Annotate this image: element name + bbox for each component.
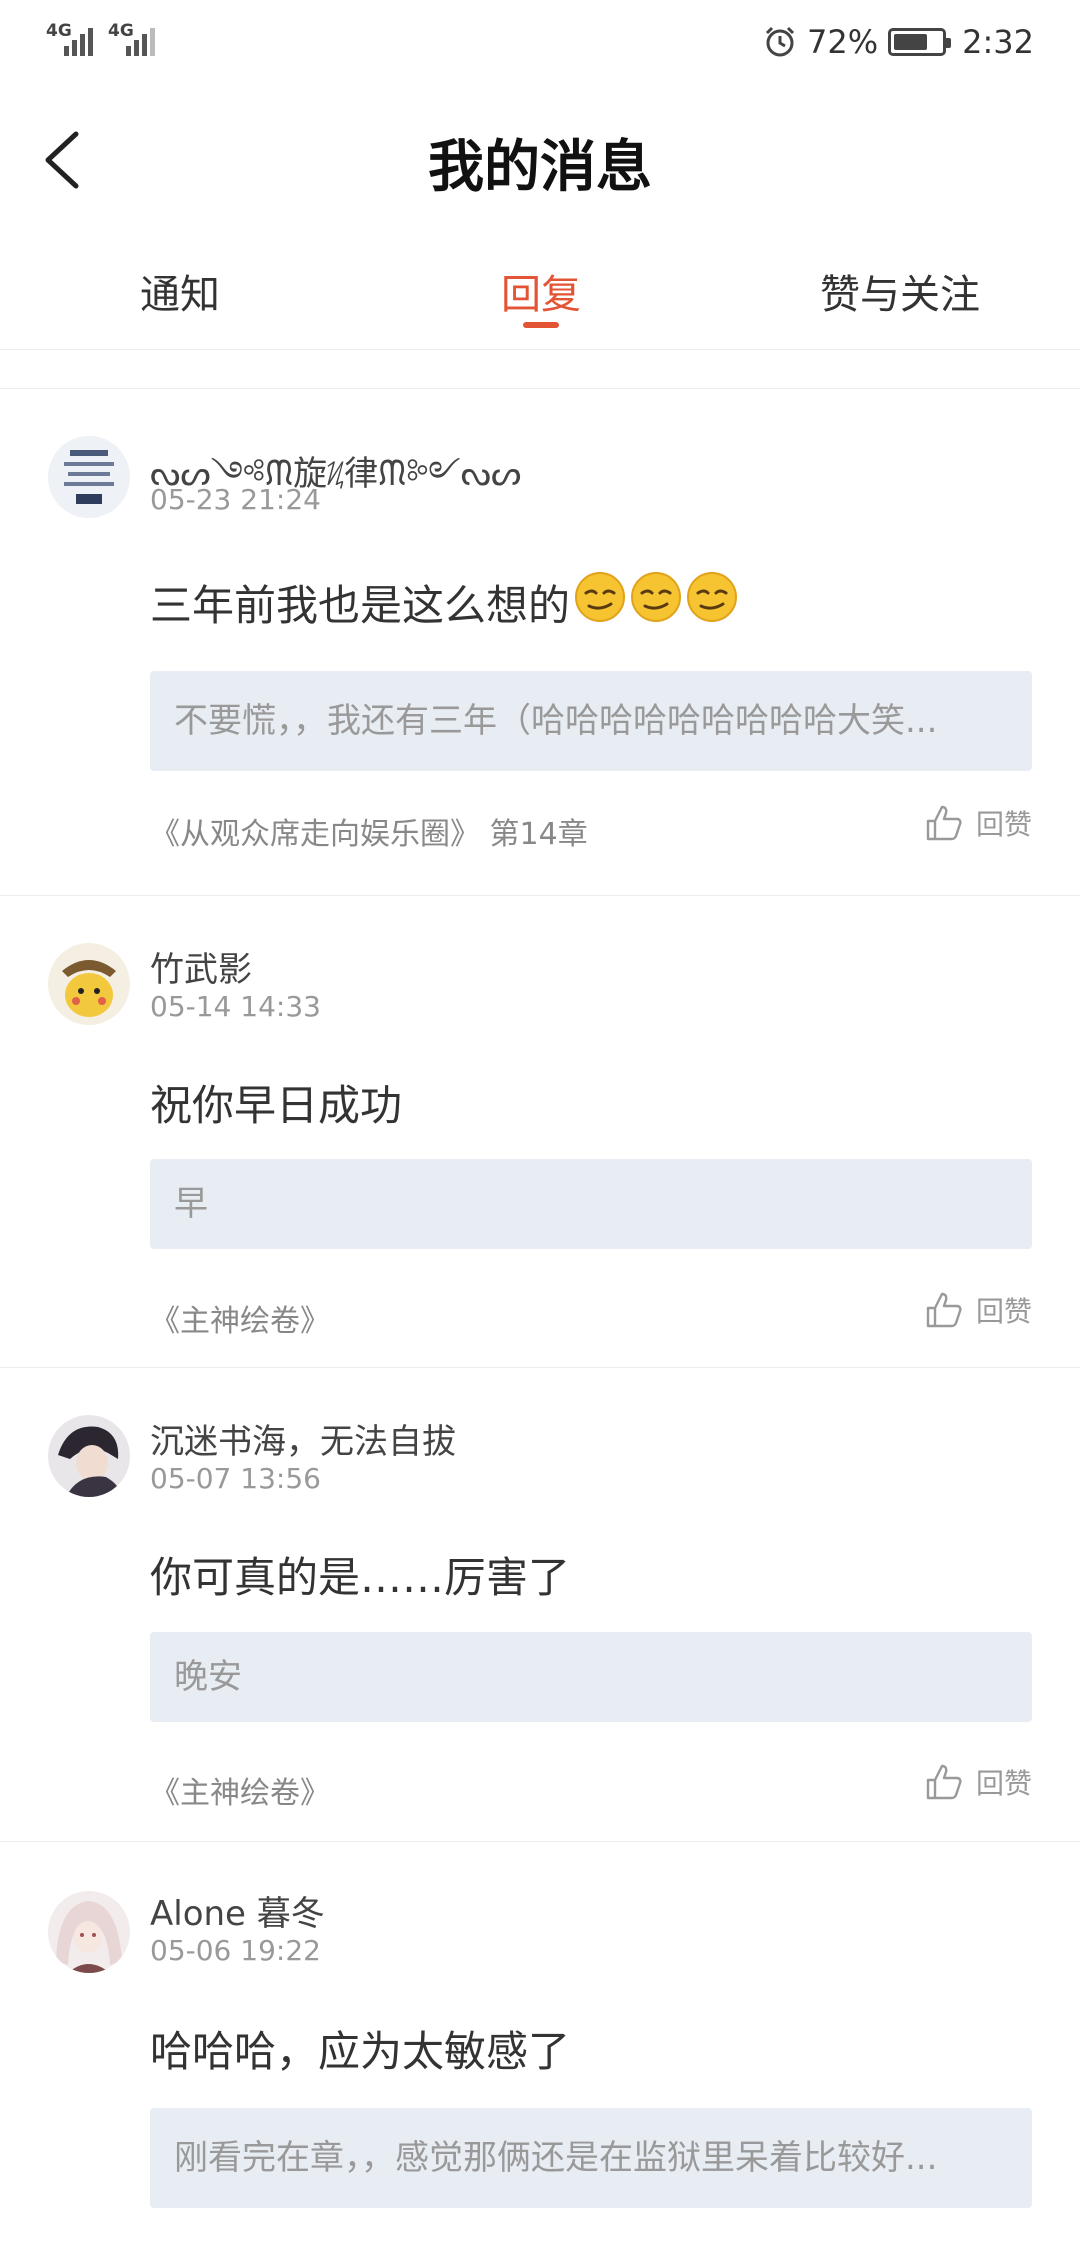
- battery-percent: 72%: [807, 23, 879, 61]
- tab-notifications[interactable]: 通知: [30, 262, 330, 320]
- reply-text[interactable]: 哈哈哈，应为太敏感了: [150, 2018, 570, 2079]
- avatar[interactable]: [48, 943, 130, 1025]
- thumbs-up-icon: [926, 1292, 962, 1328]
- status-bar: 4G 4G 72% 2:32: [0, 0, 1080, 86]
- reply-time: 05-23 21:24: [150, 483, 321, 516]
- like-back-button[interactable]: 回赞: [924, 803, 1032, 843]
- reply-item[interactable]: 竹武影 05-14 14:33 祝你早日成功 早 《主神绘卷》 回赞: [0, 896, 1080, 1368]
- like-back-label: 回赞: [975, 1767, 1032, 1800]
- book-chapter-link[interactable]: 《主神绘卷》: [150, 1296, 330, 1340]
- clock: 2:32: [962, 23, 1034, 61]
- reply-item[interactable]: ᔓᔕ༺ᙏ旋ᜰ律ᙏ༻ᔓᔕ 05-23 21:24 三年前我也是这么想的 不要慌，，…: [0, 389, 1080, 896]
- smirk-emoji-icon: [631, 572, 682, 622]
- book-chapter-link[interactable]: 《从观众席走向娱乐圈》 第14章: [150, 809, 588, 853]
- reply-item[interactable]: 沉迷书海，无法自拔 05-07 13:56 你可真的是……厉害了 晚安 《主神绘…: [0, 1368, 1080, 1842]
- like-back-label: 回赞: [975, 808, 1032, 841]
- reply-text[interactable]: 三年前我也是这么想的: [150, 571, 738, 633]
- smirk-emoji-icon: [687, 572, 738, 622]
- page-title: 我的消息: [428, 134, 652, 200]
- battery-icon: [888, 28, 952, 56]
- active-tab-indicator: [523, 322, 559, 328]
- book-chapter-link[interactable]: 《主神绘卷》: [150, 1768, 330, 1812]
- username[interactable]: 沉迷书海，无法自拔: [150, 1414, 456, 1463]
- username[interactable]: 竹武影: [150, 942, 252, 991]
- reply-time: 05-07 13:56: [150, 1462, 321, 1495]
- like-back-label: 回赞: [975, 1295, 1032, 1328]
- tab-bar: 通知 回复 赞与关注: [0, 240, 1080, 350]
- quoted-comment[interactable]: 早: [150, 1159, 1032, 1249]
- tab-likes-follows[interactable]: 赞与关注: [750, 262, 1050, 320]
- avatar[interactable]: [48, 1415, 130, 1497]
- thumbs-up-icon: [926, 805, 962, 841]
- alarm-icon: [765, 26, 795, 57]
- smirk-emoji-icon: [575, 572, 626, 622]
- tab-replies[interactable]: 回复: [391, 262, 691, 320]
- reply-text[interactable]: 祝你早日成功: [150, 1072, 402, 1133]
- avatar[interactable]: [48, 1891, 130, 1973]
- quoted-comment[interactable]: 刚看完在章，，感觉那俩还是在监狱里呆着比较好...: [150, 2108, 1032, 2208]
- reply-text-content: 三年前我也是这么想的: [150, 580, 571, 630]
- reply-text[interactable]: 你可真的是……厉害了: [150, 1544, 570, 1605]
- reply-time: 05-06 19:22: [150, 1934, 321, 1967]
- like-back-button[interactable]: 回赞: [924, 1762, 1032, 1802]
- username[interactable]: Alone 暮冬: [150, 1886, 325, 1935]
- avatar[interactable]: [48, 436, 130, 518]
- like-back-button[interactable]: 回赞: [924, 1290, 1032, 1330]
- emoji-row: [570, 571, 738, 633]
- reply-time: 05-14 14:33: [150, 990, 321, 1023]
- status-right: 72% 2:32: [763, 20, 1034, 64]
- thumbs-up-icon: [926, 1764, 962, 1800]
- header: 我的消息: [0, 100, 1080, 220]
- signal-icon-2: 4G: [108, 22, 158, 58]
- quoted-comment[interactable]: 晚安: [150, 1632, 1032, 1722]
- reply-item[interactable]: Alone 暮冬 05-06 19:22 哈哈哈，应为太敏感了 刚看完在章，，感…: [0, 1842, 1080, 2244]
- quoted-comment[interactable]: 不要慌，，我还有三年（哈哈哈哈哈哈哈哈哈大笑...: [150, 671, 1032, 771]
- signal-icon: 4G: [46, 22, 96, 58]
